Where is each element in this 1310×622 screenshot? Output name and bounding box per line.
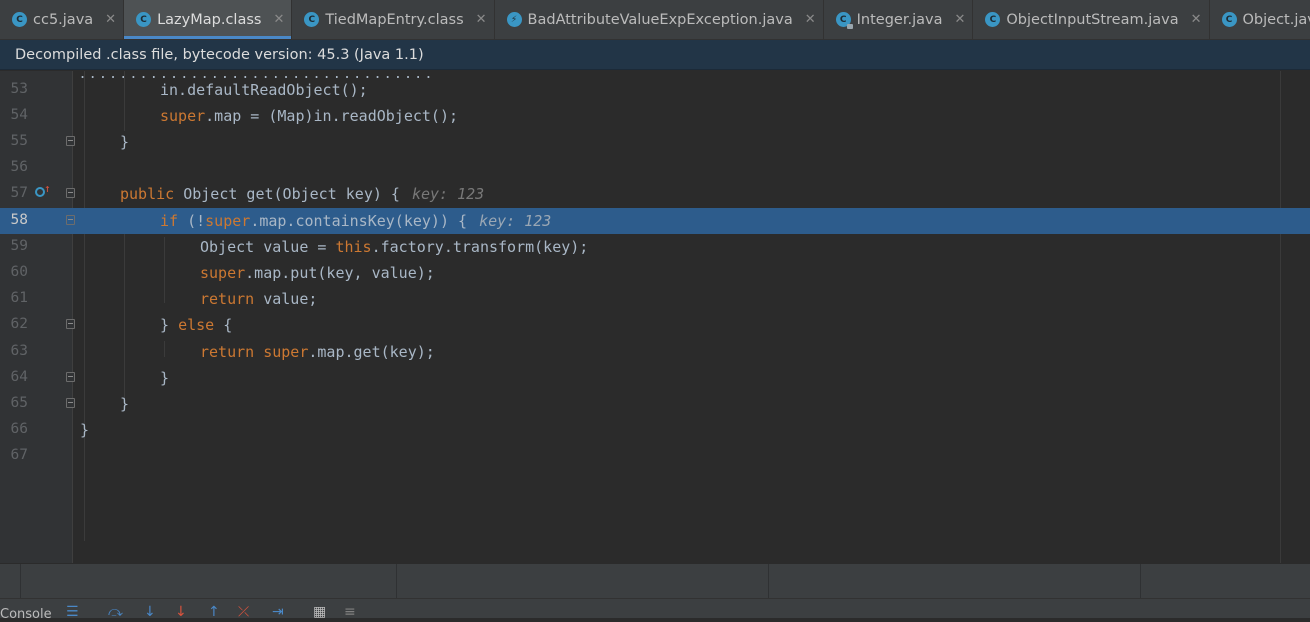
- tab-cc5-java[interactable]: C cc5.java ✕: [0, 0, 125, 39]
- code-line[interactable]: 56: [0, 155, 1310, 181]
- line-number: 53: [10, 81, 28, 97]
- code-text: return value;: [200, 290, 318, 308]
- close-icon[interactable]: ✕: [954, 12, 965, 27]
- inline-debug-hint: key: 123: [479, 212, 552, 230]
- tab-label: LazyMap.class: [157, 11, 262, 28]
- code-line[interactable]: 60 super.map.put(key, value);: [0, 260, 1310, 286]
- line-number: 67: [10, 447, 28, 463]
- line-number: 54: [10, 107, 28, 123]
- line-number: 61: [10, 290, 28, 306]
- java-class-icon: C: [985, 12, 1001, 27]
- tab-label: Integer.java: [856, 11, 943, 28]
- code-text: super.map = (Map)in.readObject();: [160, 107, 459, 125]
- fold-marker-icon[interactable]: [66, 372, 75, 382]
- tab-objectinputstream-java[interactable]: C ObjectInputStream.java ✕: [973, 0, 1210, 39]
- fold-marker-icon[interactable]: [66, 319, 75, 329]
- debug-frames-panel: [0, 563, 1310, 599]
- close-icon[interactable]: ✕: [476, 12, 487, 27]
- code-text: if (!super.map.containsKey(key)) {key: 1…: [160, 212, 552, 230]
- tab-integer-java[interactable]: C Integer.java ✕: [824, 0, 974, 39]
- line-number: 66: [10, 421, 28, 437]
- code-text: } else {: [160, 316, 233, 334]
- code-text: }: [120, 133, 130, 151]
- code-line[interactable]: 53 in.defaultReadObject();: [0, 77, 1310, 103]
- code-line[interactable]: 57 ↑ public Object get(Object key) {key:…: [0, 181, 1310, 207]
- code-line[interactable]: 65 }: [0, 391, 1310, 417]
- java-class-icon: C: [136, 12, 152, 27]
- tab-object-java[interactable]: C Object.java: [1210, 0, 1310, 39]
- code-line[interactable]: 66 }: [0, 417, 1310, 443]
- inline-debug-hint: key: 123: [411, 185, 485, 203]
- code-editor[interactable]: . . . . . . . . . . . . . . . . . . . . …: [0, 71, 1310, 563]
- console-tab[interactable]: Console: [0, 607, 52, 622]
- banner-text: Decompiled .class file, bytecode version…: [15, 46, 424, 63]
- code-text: }: [160, 369, 170, 387]
- code-line[interactable]: 67: [0, 443, 1310, 469]
- tab-badattributevalueexpexception-java[interactable]: ⚡ BadAttributeValueExpException.java ✕: [495, 0, 824, 39]
- close-icon[interactable]: ✕: [105, 12, 116, 27]
- code-line[interactable]: 59 Object value = this.factory.transform…: [0, 234, 1310, 260]
- fold-marker-icon[interactable]: [66, 215, 75, 225]
- code-line[interactable]: 64 }: [0, 365, 1310, 391]
- line-number: 65: [10, 395, 28, 411]
- line-number: 59: [10, 238, 28, 254]
- overrides-arrow-icon: ↑: [44, 182, 51, 195]
- code-line[interactable]: 62 } else {: [0, 312, 1310, 338]
- panel-divider: [396, 564, 397, 599]
- tab-label: ObjectInputStream.java: [1006, 11, 1179, 28]
- fold-marker-icon[interactable]: [66, 188, 75, 198]
- line-number: 60: [10, 264, 28, 280]
- code-text: }: [80, 421, 90, 439]
- code-line[interactable]: 54 super.map = (Map)in.readObject();: [0, 103, 1310, 129]
- java-exception-icon: ⚡: [506, 12, 522, 27]
- tab-lazymap-class[interactable]: C LazyMap.class ✕: [124, 0, 293, 39]
- java-class-icon: C: [12, 12, 27, 27]
- code-line[interactable]: 55 }: [0, 129, 1310, 155]
- code-text: public Object get(Object key) {key: 123: [120, 185, 485, 203]
- code-text: in.defaultReadObject();: [160, 81, 368, 99]
- code-text: super.map.put(key, value);: [200, 264, 435, 282]
- line-number: 58: [10, 212, 28, 228]
- java-class-icon: C: [1221, 12, 1237, 27]
- tab-label: BadAttributeValueExpException.java: [527, 11, 793, 28]
- editor-tab-bar: C cc5.java ✕ C LazyMap.class ✕ C TiedMap…: [0, 0, 1310, 40]
- tab-tiedmapentry-class[interactable]: C TiedMapEntry.class ✕: [292, 0, 495, 39]
- code-text: }: [120, 395, 130, 413]
- clipped-line-fragment: . . . . . . . . . . . . . . . . . . . . …: [80, 71, 431, 82]
- close-icon[interactable]: ✕: [273, 12, 284, 27]
- java-class-icon: C: [304, 12, 320, 27]
- tab-label: Object.java: [1242, 11, 1310, 28]
- close-icon[interactable]: ✕: [805, 12, 816, 27]
- line-number: 56: [10, 159, 28, 175]
- tab-label: TiedMapEntry.class: [325, 11, 464, 28]
- panel-divider: [768, 564, 769, 599]
- line-number: 64: [10, 369, 28, 385]
- close-icon[interactable]: ✕: [1191, 12, 1202, 27]
- line-number: 63: [10, 343, 28, 359]
- decompiled-info-banner: Decompiled .class file, bytecode version…: [0, 40, 1310, 70]
- line-number: 55: [10, 133, 28, 149]
- current-execution-line[interactable]: 58 if (!super.map.containsKey(key)) {key…: [0, 208, 1310, 234]
- debug-toolbar: Console ☰ ⤼ ↓ ↓ ↑ ⤫ ⇥ ▦ ≡: [0, 598, 1310, 622]
- tab-label: cc5.java: [33, 11, 94, 28]
- code-line[interactable]: 63 return super.map.get(key);: [0, 339, 1310, 365]
- code-text: Object value = this.factory.transform(ke…: [200, 238, 589, 256]
- line-number: 57: [10, 185, 28, 201]
- fold-marker-icon[interactable]: [66, 136, 75, 146]
- code-text: return super.map.get(key);: [200, 343, 435, 361]
- java-class-locked-icon: C: [835, 12, 853, 29]
- panel-divider: [20, 564, 21, 599]
- fold-marker-icon[interactable]: [66, 398, 75, 408]
- line-number: 62: [10, 316, 28, 332]
- code-line[interactable]: 61 return value;: [0, 286, 1310, 312]
- panel-divider: [1140, 564, 1141, 599]
